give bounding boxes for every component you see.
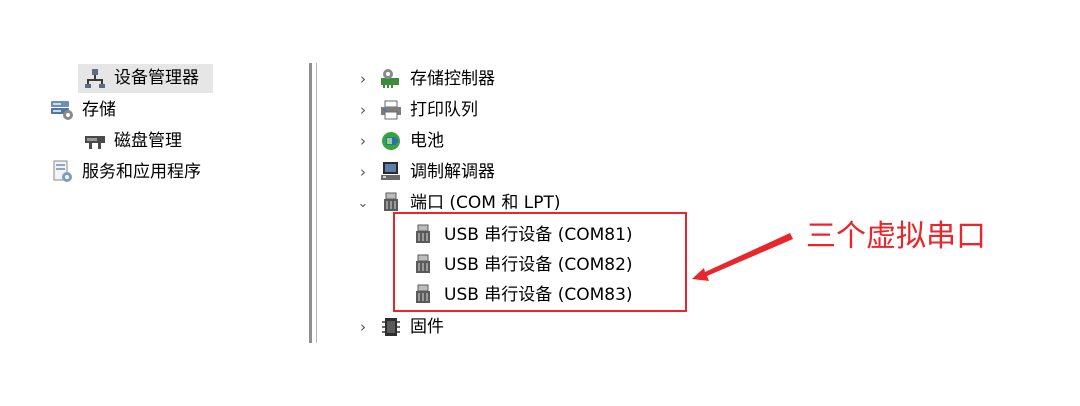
- nav-item-storage[interactable]: 存储: [50, 97, 116, 123]
- nav-item-label: 存储: [82, 100, 116, 120]
- tree-node-label: 电池: [410, 131, 444, 151]
- services-apps-icon: [53, 160, 72, 182]
- callout-arrow-icon: [692, 233, 793, 281]
- firmware-icon: [382, 318, 400, 336]
- tree-node-label: 固件: [410, 317, 444, 337]
- pane-splitter[interactable]: [309, 63, 312, 343]
- annotation-text: 三个虚拟串口: [806, 219, 986, 254]
- nav-item-device-manager[interactable]: 设备管理器: [84, 65, 199, 91]
- nav-item-services-apps[interactable]: 服务和应用程序: [52, 159, 201, 185]
- tree-node-label: 端口 (COM 和 LPT): [410, 193, 561, 213]
- modem-icon: [381, 162, 400, 180]
- tree-node-battery[interactable]: › 电池: [355, 128, 444, 154]
- port-icon: [384, 192, 398, 211]
- disk-management-icon: [85, 136, 105, 149]
- tree-node-print-queue[interactable]: › 打印队列: [355, 97, 478, 123]
- tree-node-label: 打印队列: [410, 100, 478, 120]
- chevron-right-icon[interactable]: ›: [355, 101, 371, 119]
- chevron-right-icon[interactable]: ›: [355, 70, 371, 88]
- highlight-box: [393, 212, 687, 312]
- pane-splitter-edge: [316, 63, 317, 343]
- tree-node-firmware[interactable]: › 固件: [355, 314, 444, 340]
- storage-icon: [51, 101, 73, 120]
- storage-controller-icon: [381, 69, 399, 88]
- battery-icon: [382, 132, 400, 150]
- tree-node-modem[interactable]: › 调制解调器: [355, 159, 495, 185]
- nav-item-label: 磁盘管理: [114, 131, 182, 151]
- nav-item-label: 服务和应用程序: [82, 162, 201, 182]
- chevron-right-icon[interactable]: ›: [355, 163, 371, 181]
- chevron-right-icon[interactable]: ›: [355, 318, 371, 336]
- chevron-right-icon[interactable]: ›: [355, 132, 371, 150]
- tree-node-label: 存储控制器: [410, 69, 495, 89]
- device-manager-icon: [85, 69, 105, 88]
- nav-item-label: 设备管理器: [114, 68, 199, 88]
- tree-node-storage-controller[interactable]: › 存储控制器: [355, 66, 495, 92]
- print-queue-icon: [381, 100, 401, 120]
- chevron-down-icon[interactable]: ⌄: [355, 196, 371, 211]
- tree-node-label: 调制解调器: [410, 162, 495, 182]
- nav-item-disk-management[interactable]: 磁盘管理: [84, 128, 182, 154]
